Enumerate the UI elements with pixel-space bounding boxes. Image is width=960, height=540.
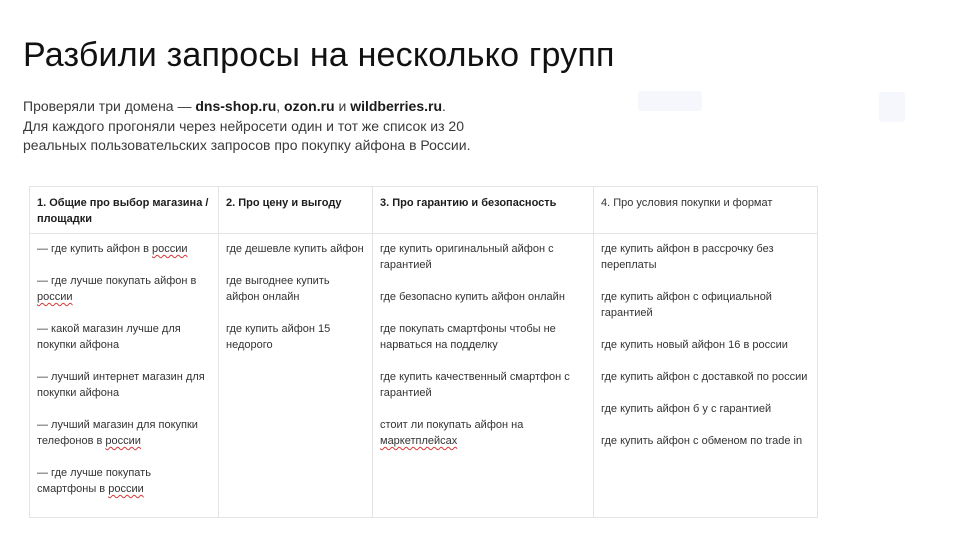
spellcheck-word: маркетплейсах [380,435,458,447]
query-item: — лучший магазин для покупки телефонов в… [37,419,198,447]
spellcheck-word: россии [105,435,141,447]
table-header-row: 1. Общие про выбор магазина / площадки 2… [29,186,818,234]
query-item: где купить айфон б у с гарантией [601,403,772,415]
placeholder-block [879,92,905,122]
domain-dns-shop: dns-shop.ru [195,98,277,114]
spellcheck-word: россии [152,243,188,255]
query-item: стоит ли покупать айфон на маркетплейсах [380,419,524,447]
column-header-warranty: 3. Про гарантию и безопасность [372,186,594,234]
query-item: где купить качественный смартфон с гаран… [380,371,570,399]
query-item: — где лучше покупать айфон в россии [37,275,197,303]
query-item: где купить айфон с обменом по trade in [601,435,803,447]
intro-line-3: реальных пользовательских запросов про п… [23,137,471,153]
query-item: — где купить айфон в россии [37,243,188,255]
query-item: где купить новый айфон 16 в россии [601,339,788,351]
column-header-price: 2. Про цену и выгоду [218,186,373,234]
query-item: — какой магазин лучше для покупки айфона [37,323,181,351]
query-item: где дешевле купить айфон [226,243,364,255]
query-item: где покупать смартфоны чтобы не нарватьс… [380,323,556,351]
query-item: где купить айфон в рассрочку без перепла… [601,243,774,271]
query-item: — где лучше покупать смартфоны в россии [37,467,151,495]
query-list: где купить оригинальный айфон с гарантие… [380,241,587,449]
intro-line-1: Проверяли три домена — dns-shop.ru, ozon… [23,97,583,117]
domain-ozon: ozon.ru [284,98,335,114]
page-title: Разбили запросы на несколько групп [23,36,615,74]
query-item: — лучший интернет магазин для покупки ай… [37,371,205,399]
intro-separator: , [276,98,285,114]
query-list: — где купить айфон в россии — где лучше п… [37,241,212,497]
intro-separator: и [334,98,351,114]
domain-wildberries: wildberries.ru [350,98,443,114]
query-item: где выгоднее купить айфон онлайн [226,275,330,303]
intro-text: Проверяли три домена — dns-shop.ru, ozon… [23,97,583,156]
table-row: — где купить айфон в россии — где лучше п… [29,233,818,518]
query-item: где безопасно купить айфон онлайн [380,291,565,303]
query-item: где купить айфон 15 недорого [226,323,331,351]
intro-end: . [442,98,446,114]
query-list: где купить айфон в рассрочку без перепла… [601,241,811,449]
column-cell-conditions: где купить айфон в рассрочку без перепла… [593,233,818,518]
column-cell-warranty: где купить оригинальный айфон с гарантие… [372,233,594,518]
intro-prefix: Проверяли три домена — [23,98,196,114]
query-groups-table: 1. Общие про выбор магазина / площадки 2… [29,186,818,518]
column-cell-price: где дешевле купить айфон где выгоднее куп… [218,233,373,518]
query-list: где дешевле купить айфон где выгоднее куп… [226,241,366,353]
query-item: где купить оригинальный айфон с гарантие… [380,243,554,271]
spellcheck-word: россии [37,291,73,303]
column-cell-general: — где купить айфон в россии — где лучше п… [29,233,219,518]
intro-line-2: Для каждого прогоняли через нейросети од… [23,117,465,134]
query-item: где купить айфон с официальной гарантией [601,291,772,319]
column-header-conditions: 4. Про условия покупки и формат [593,186,818,234]
placeholder-block [638,91,702,111]
spellcheck-word: россии [108,483,144,495]
query-item: где купить айфон с доставкой по россии [601,371,808,383]
column-header-general: 1. Общие про выбор магазина / площадки [29,186,219,234]
